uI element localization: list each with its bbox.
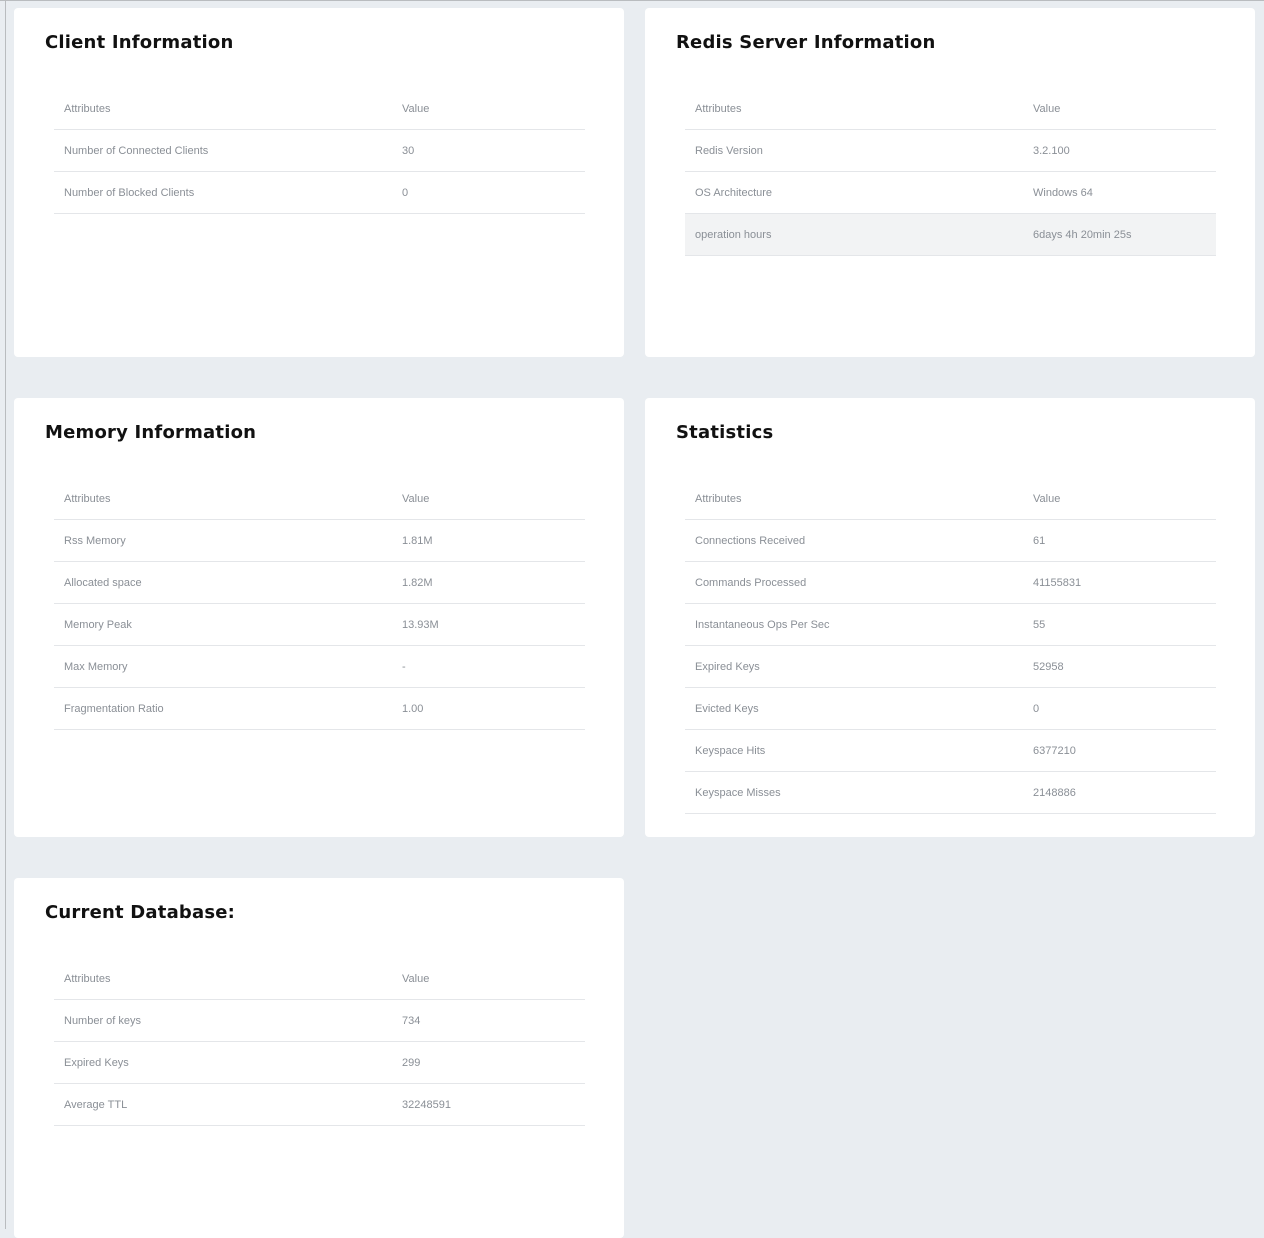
value-header: Value xyxy=(1023,88,1216,130)
table-row: Number of Connected Clients 30 xyxy=(54,129,585,172)
table-row: Allocated space 1.82M xyxy=(54,561,585,604)
table-row: Rss Memory 1.81M xyxy=(54,519,585,562)
statistics-title: Statistics xyxy=(676,422,774,443)
server-info-title: Redis Server Information xyxy=(676,32,936,53)
value-cell: 55 xyxy=(1023,603,1216,646)
table-header-row: Attributes Value xyxy=(54,478,585,520)
value-header: Value xyxy=(392,958,585,1000)
attribute-cell: Redis Version xyxy=(685,129,1023,172)
attributes-header: Attributes xyxy=(54,88,392,130)
value-cell: 6days 4h 20min 25s xyxy=(1023,213,1216,256)
table-row: Commands Processed 41155831 xyxy=(685,561,1216,604)
attribute-cell: Keyspace Misses xyxy=(685,771,1023,814)
attribute-cell: Rss Memory xyxy=(54,519,392,562)
server-info-card: Redis Server Information Attributes Valu… xyxy=(645,8,1255,357)
statistics-card: Statistics Attributes Value Connections … xyxy=(645,398,1255,837)
value-cell: 2148886 xyxy=(1023,771,1216,814)
attributes-header: Attributes xyxy=(54,958,392,1000)
current-db-title: Current Database: xyxy=(45,902,236,923)
table-row: Keyspace Hits 6377210 xyxy=(685,729,1216,772)
table-row: Instantaneous Ops Per Sec 55 xyxy=(685,603,1216,646)
attribute-cell: Expired Keys xyxy=(685,645,1023,688)
attributes-header: Attributes xyxy=(685,478,1023,520)
value-cell: - xyxy=(392,645,585,688)
attribute-cell: Evicted Keys xyxy=(685,687,1023,730)
value-cell: 1.00 xyxy=(392,687,585,730)
attribute-cell: Instantaneous Ops Per Sec xyxy=(685,603,1023,646)
client-info-title: Client Information xyxy=(45,32,234,53)
value-cell: 13.93M xyxy=(392,603,585,646)
client-info-card: Client Information Attributes Value Numb… xyxy=(14,8,624,357)
table-header-row: Attributes Value xyxy=(54,88,585,130)
table-row: Fragmentation Ratio 1.00 xyxy=(54,687,585,730)
server-info-table: Attributes Value Redis Version 3.2.100 O… xyxy=(685,88,1216,256)
attribute-cell: Number of Blocked Clients xyxy=(54,171,392,214)
table-row: Connections Received 61 xyxy=(685,519,1216,562)
attribute-cell: Number of keys xyxy=(54,999,392,1042)
table-header-row: Attributes Value xyxy=(685,478,1216,520)
memory-info-table: Attributes Value Rss Memory 1.81M Alloca… xyxy=(54,478,585,730)
attributes-header: Attributes xyxy=(685,88,1023,130)
value-cell: 0 xyxy=(392,171,585,214)
table-row: Number of keys 734 xyxy=(54,999,585,1042)
value-cell: 299 xyxy=(392,1041,585,1084)
attribute-cell: Allocated space xyxy=(54,561,392,604)
table-row: Evicted Keys 0 xyxy=(685,687,1216,730)
attribute-cell: Expired Keys xyxy=(54,1041,392,1084)
attribute-cell: Average TTL xyxy=(54,1083,392,1126)
attribute-cell: OS Architecture xyxy=(685,171,1023,214)
table-row: Keyspace Misses 2148886 xyxy=(685,771,1216,814)
value-header: Value xyxy=(392,478,585,520)
table-row: Max Memory - xyxy=(54,645,585,688)
attribute-cell: Number of Connected Clients xyxy=(54,129,392,172)
attribute-cell: Commands Processed xyxy=(685,561,1023,604)
table-row: Expired Keys 299 xyxy=(54,1041,585,1084)
table-header-row: Attributes Value xyxy=(685,88,1216,130)
table-row: Expired Keys 52958 xyxy=(685,645,1216,688)
attribute-cell: operation hours xyxy=(685,213,1023,256)
table-row: OS Architecture Windows 64 xyxy=(685,171,1216,214)
statistics-table: Attributes Value Connections Received 61… xyxy=(685,478,1216,814)
value-cell: 1.82M xyxy=(392,561,585,604)
attribute-cell: Fragmentation Ratio xyxy=(54,687,392,730)
client-info-table: Attributes Value Number of Connected Cli… xyxy=(54,88,585,214)
table-row-hovered: operation hours 6days 4h 20min 25s xyxy=(685,213,1216,256)
value-cell: 6377210 xyxy=(1023,729,1216,772)
attribute-cell: Keyspace Hits xyxy=(685,729,1023,772)
value-cell: 30 xyxy=(392,129,585,172)
current-db-card: Current Database: Attributes Value Numbe… xyxy=(14,878,624,1238)
value-cell: 1.81M xyxy=(392,519,585,562)
table-row: Average TTL 32248591 xyxy=(54,1083,585,1126)
table-row: Memory Peak 13.93M xyxy=(54,603,585,646)
memory-info-card: Memory Information Attributes Value Rss … xyxy=(14,398,624,837)
value-header: Value xyxy=(392,88,585,130)
attribute-cell: Connections Received xyxy=(685,519,1023,562)
value-cell: 52958 xyxy=(1023,645,1216,688)
table-header-row: Attributes Value xyxy=(54,958,585,1000)
table-row: Redis Version 3.2.100 xyxy=(685,129,1216,172)
value-cell: 734 xyxy=(392,999,585,1042)
value-cell: 3.2.100 xyxy=(1023,129,1216,172)
current-db-table: Attributes Value Number of keys 734 Expi… xyxy=(54,958,585,1126)
value-cell: 41155831 xyxy=(1023,561,1216,604)
frame-top-border xyxy=(0,0,1264,1)
attribute-cell: Memory Peak xyxy=(54,603,392,646)
value-cell: 0 xyxy=(1023,687,1216,730)
value-cell: 61 xyxy=(1023,519,1216,562)
memory-info-title: Memory Information xyxy=(45,422,257,443)
frame-left-border xyxy=(5,0,6,1229)
attributes-header: Attributes xyxy=(54,478,392,520)
value-cell: 32248591 xyxy=(392,1083,585,1126)
value-header: Value xyxy=(1023,478,1216,520)
value-cell: Windows 64 xyxy=(1023,171,1216,214)
table-row: Number of Blocked Clients 0 xyxy=(54,171,585,214)
attribute-cell: Max Memory xyxy=(54,645,392,688)
